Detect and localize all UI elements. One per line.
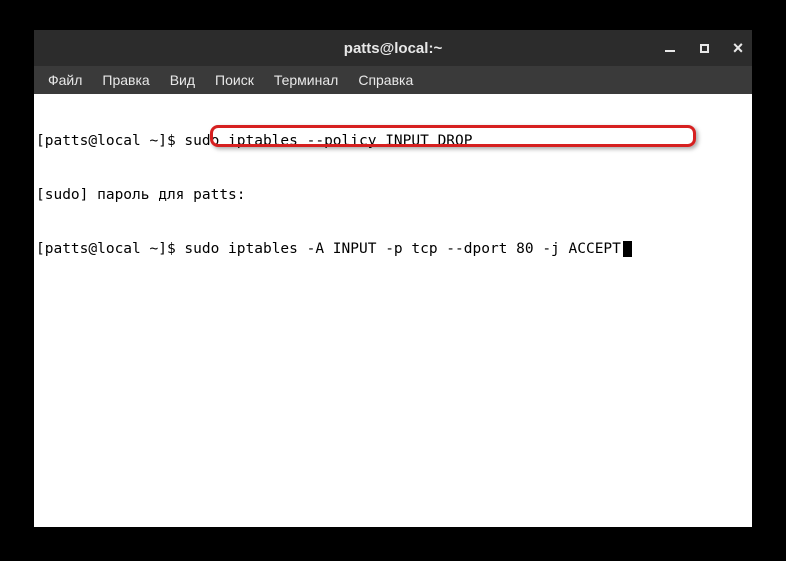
- terminal-line: [sudo] пароль для patts:: [34, 186, 752, 204]
- command-text: sudo iptables --policy INPUT DROP: [184, 133, 472, 149]
- prompt: [patts@local ~]$: [36, 133, 184, 149]
- prompt: [patts@local ~]$: [36, 241, 184, 257]
- cursor-icon: [623, 241, 632, 257]
- window-title: patts@local:~: [344, 40, 442, 57]
- titlebar: patts@local:~ ×: [34, 30, 752, 66]
- menu-view[interactable]: Вид: [160, 68, 205, 92]
- close-icon: ×: [733, 39, 744, 57]
- window-controls: ×: [660, 38, 748, 58]
- terminal-window: patts@local:~ × Файл Правка Вид Поиск Те…: [34, 30, 752, 527]
- menubar: Файл Правка Вид Поиск Терминал Справка: [34, 66, 752, 94]
- menu-help[interactable]: Справка: [348, 68, 423, 92]
- menu-file[interactable]: Файл: [38, 68, 92, 92]
- close-button[interactable]: ×: [728, 38, 748, 58]
- command-text: sudo iptables -A INPUT -p tcp --dport 80…: [184, 241, 621, 257]
- menu-terminal[interactable]: Терминал: [264, 68, 348, 92]
- menu-search[interactable]: Поиск: [205, 68, 264, 92]
- minimize-icon: [665, 50, 675, 52]
- maximize-icon: [700, 44, 709, 53]
- sudo-password-prompt: [sudo] пароль для patts:: [36, 187, 246, 203]
- terminal-line: [patts@local ~]$ sudo iptables --policy …: [34, 132, 752, 150]
- terminal-line: [patts@local ~]$ sudo iptables -A INPUT …: [34, 240, 752, 258]
- minimize-button[interactable]: [660, 38, 680, 58]
- menu-edit[interactable]: Правка: [92, 68, 159, 92]
- maximize-button[interactable]: [694, 38, 714, 58]
- terminal-body[interactable]: [patts@local ~]$ sudo iptables --policy …: [34, 94, 752, 527]
